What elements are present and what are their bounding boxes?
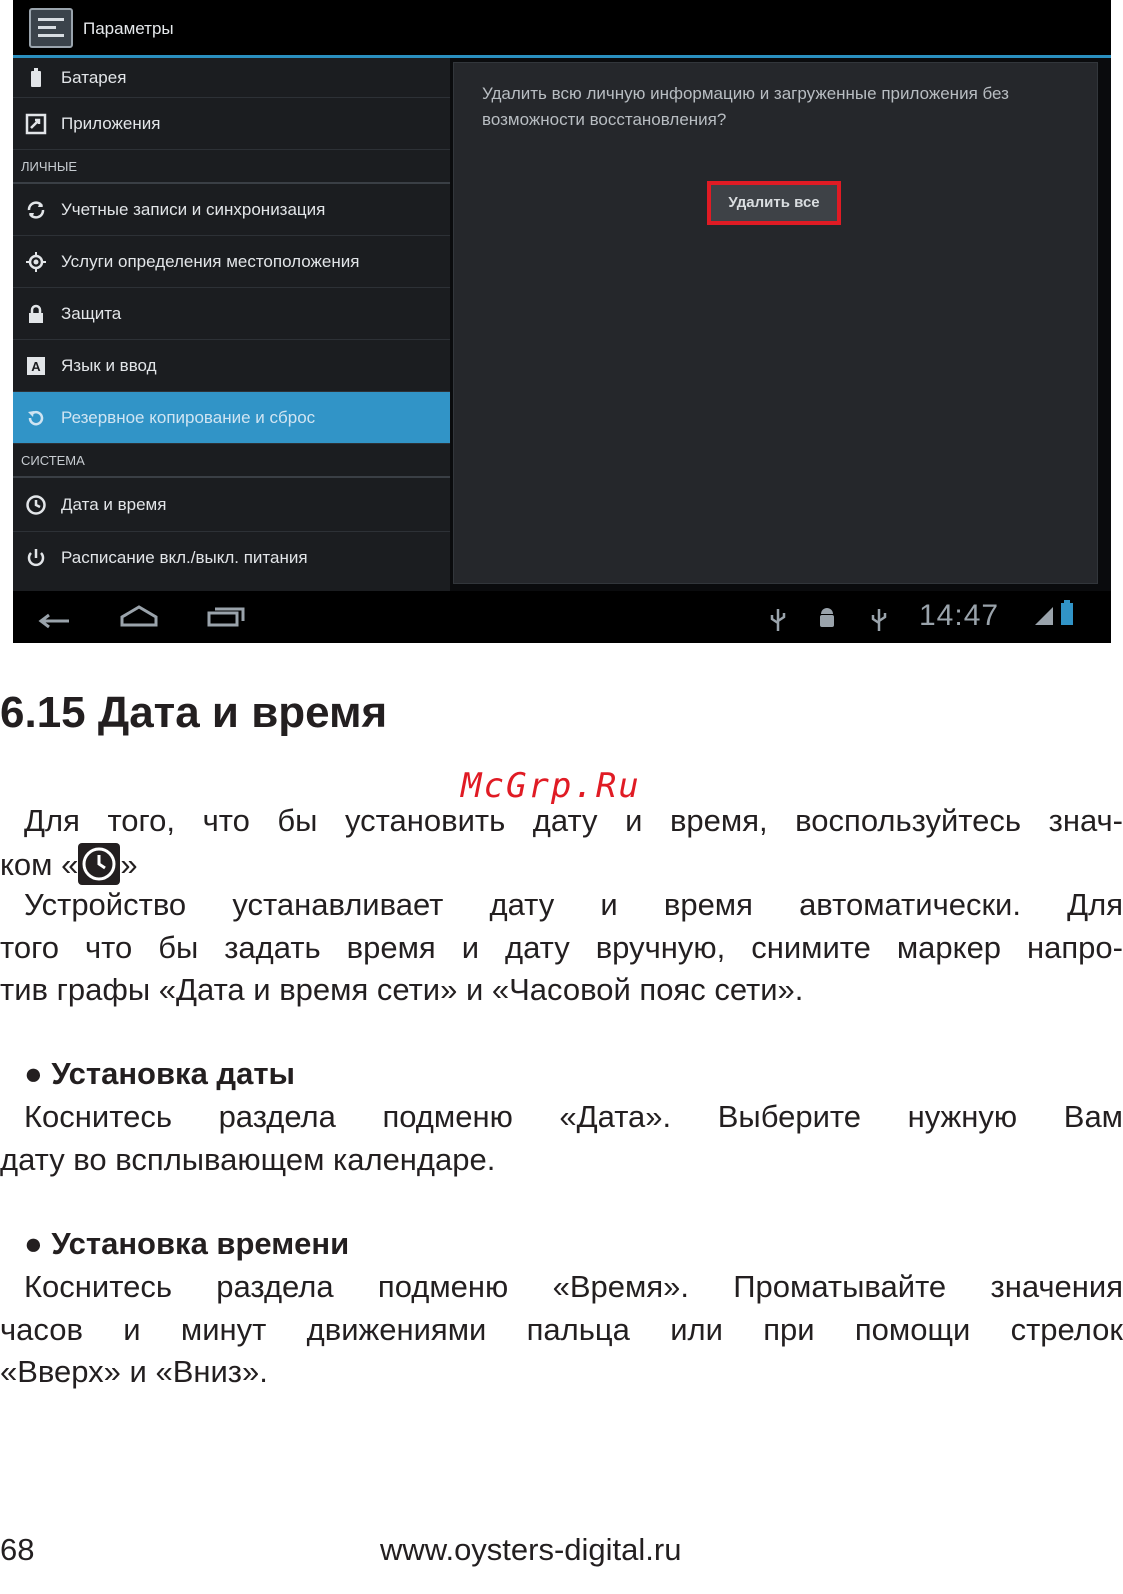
usb-icon — [770, 609, 786, 631]
keyboard-icon: A — [27, 356, 45, 375]
paragraph-auto-time: Устройство устанавливает дату и время ав… — [0, 884, 1123, 1012]
signal-icon — [1035, 607, 1053, 625]
menu-item-label: Расписание вкл./выкл. питания — [61, 548, 308, 567]
text-line: Для того, что бы установить дату и время… — [24, 803, 1123, 838]
menu-item-label: Дата и время — [61, 494, 167, 514]
section-personal: ЛИЧНЫЕ — [13, 150, 450, 184]
system-nav-bar: 14:47 — [13, 591, 1111, 643]
text-line: того что бы задать время и дату вручную,… — [0, 929, 1123, 965]
lock-icon — [29, 304, 43, 323]
apps-icon — [25, 113, 47, 134]
usb-icon-2 — [871, 609, 887, 631]
subheading-set-date: ● Установка даты — [24, 1056, 295, 1091]
menu-item-label: Защита — [61, 303, 122, 323]
menu-item-label: Приложения — [61, 113, 161, 133]
settings-screenshot: Параметры Батарея Приложения ЛИЧНЫЕ Учет… — [13, 0, 1111, 643]
paragraph-intro: Для того, что бы установить дату и время… — [0, 800, 1123, 886]
menu-item-security[interactable]: Защита — [13, 288, 450, 340]
menu-item-accounts-sync[interactable]: Учетные записи и синхронизация — [13, 184, 450, 236]
menu-item-power-schedule[interactable]: Расписание вкл./выкл. питания — [13, 532, 450, 584]
menu-item-label: Учетные записи и синхронизация — [61, 199, 326, 219]
menu-item-apps[interactable]: Приложения — [13, 98, 450, 150]
settings-app-icon[interactable] — [29, 8, 73, 48]
clock-icon-inline — [78, 842, 121, 885]
section-system: СИСТЕМА — [13, 444, 450, 478]
text-fragment: » — [120, 846, 138, 882]
text-line: часов и минут движениями пальца или при … — [0, 1311, 1123, 1347]
text-line: ком « » — [0, 842, 1123, 887]
menu-item-backup-reset[interactable]: Резервное копирование и сброс — [13, 392, 450, 444]
menu-item-location[interactable]: Услуги определения местоположения — [13, 236, 450, 288]
android-debug-icon — [820, 608, 834, 627]
footer-website: www.oysters-digital.ru — [380, 1532, 682, 1567]
text-line: «Вверх» и «Вниз». — [0, 1354, 268, 1389]
paragraph-set-time: Коснитесь раздела подменю «Время». Прома… — [0, 1266, 1123, 1394]
text-line: дату во всплывающем календаре. — [0, 1141, 496, 1177]
reset-detail-pane: Удалить всю личную информацию и загружен… — [453, 62, 1098, 584]
menu-item-label: Услуги определения местоположения — [61, 251, 360, 271]
text-line: тив графы «Дата и время сети» и «Часовой… — [0, 972, 804, 1007]
location-icon — [26, 251, 46, 272]
menu-item-battery[interactable]: Батарея — [13, 58, 450, 98]
menu-item-language-input[interactable]: A Язык и ввод — [13, 340, 450, 392]
recent-apps-icon[interactable] — [205, 603, 247, 629]
section-heading: 6.15 Дата и время — [0, 688, 388, 737]
app-title: Параметры — [83, 19, 174, 38]
power-icon — [27, 549, 45, 567]
text-fragment: ком « — [0, 846, 79, 882]
delete-all-button[interactable]: Удалить все — [707, 181, 841, 225]
back-icon[interactable] — [35, 603, 75, 629]
paragraph-set-date: Коснитесь раздела подменю «Дата». Выбери… — [0, 1096, 1123, 1181]
title-bar: Параметры — [13, 0, 1111, 58]
reset-warning-text: Удалить всю личную информацию и загружен… — [482, 84, 1009, 129]
menu-item-label: Резервное копирование и сброс — [61, 407, 316, 427]
status-clock: 14:47 — [919, 599, 1000, 632]
subheading-set-time: ● Установка времени — [24, 1226, 350, 1261]
clock-icon — [26, 494, 46, 515]
menu-item-date-time[interactable]: Дата и время — [13, 478, 450, 532]
text-line: Устройство устанавливает дату и время ав… — [24, 887, 1123, 922]
battery-status-icon — [1061, 600, 1073, 625]
menu-item-label: Батарея — [61, 67, 127, 87]
svg-text:A: A — [31, 359, 41, 374]
battery-icon — [31, 67, 41, 87]
text-line: Коснитесь раздела подменю «Время». Прома… — [24, 1269, 1123, 1304]
page-number: 68 — [0, 1532, 35, 1567]
text-line: Коснитесь раздела подменю «Дата». Выбери… — [24, 1099, 1123, 1134]
backup-icon — [28, 410, 44, 425]
settings-menu: Батарея Приложения ЛИЧНЫЕ Учетные записи… — [13, 58, 450, 591]
menu-item-label: Язык и ввод — [61, 355, 157, 375]
sync-icon — [27, 200, 45, 219]
home-icon[interactable] — [118, 603, 160, 629]
